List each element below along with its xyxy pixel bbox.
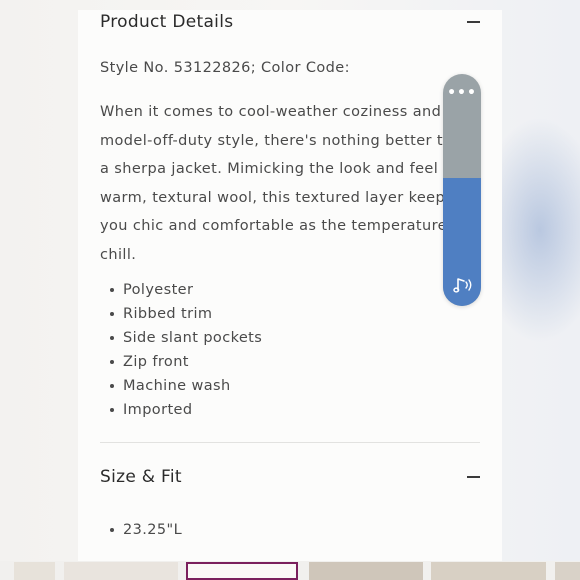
collapse-icon[interactable] xyxy=(467,476,480,478)
feature-text: Ribbed trim xyxy=(123,306,213,322)
bullet-icon xyxy=(110,336,114,340)
feature-text: Polyester xyxy=(123,282,194,298)
description-line: When it comes to cool-weather coziness a… xyxy=(100,104,442,120)
size-fit-title: Size & Fit xyxy=(100,467,182,487)
description-line: warm, textural wool, this textured layer… xyxy=(100,189,446,206)
bullet-icon xyxy=(110,360,114,364)
size-text: 23.25"L xyxy=(123,522,183,538)
collapse-icon[interactable] xyxy=(467,21,480,23)
feature-text: Zip front xyxy=(123,354,189,370)
list-item: Imported xyxy=(100,398,262,422)
product-description: When it comes to cool-weather coziness a… xyxy=(100,98,495,269)
feature-list: Polyester Ribbed trim Side slant pockets… xyxy=(100,278,262,422)
thumbnail-selected[interactable] xyxy=(186,562,298,580)
style-number: Style No. 53122826; Color Code: xyxy=(100,60,350,76)
thumbnail[interactable] xyxy=(14,562,55,580)
more-options-icon[interactable]: ••• xyxy=(443,85,481,101)
list-item: 23.25"L xyxy=(100,522,182,538)
description-line: model-off-duty style, there's nothing be… xyxy=(100,132,443,149)
audio-icon[interactable] xyxy=(449,272,475,298)
product-details-title: Product Details xyxy=(100,12,234,32)
description-line: chill. xyxy=(100,246,137,263)
thumbnail-strip xyxy=(0,561,580,580)
feature-text: Side slant pockets xyxy=(123,330,263,346)
product-info-panel: Product Details Style No. 53122826; Colo… xyxy=(78,10,502,562)
feature-text: Imported xyxy=(123,402,193,418)
thumbnail[interactable] xyxy=(555,562,580,580)
bullet-icon xyxy=(110,528,114,532)
list-item: Zip front xyxy=(100,350,262,374)
list-item: Side slant pockets xyxy=(100,326,262,350)
description-line: a sherpa jacket. Mimicking the look and … xyxy=(100,161,439,177)
bullet-icon xyxy=(110,384,114,388)
bullet-icon xyxy=(110,408,114,412)
bullet-icon xyxy=(110,288,114,292)
bullet-icon xyxy=(110,312,114,316)
list-item: Ribbed trim xyxy=(100,302,262,326)
description-line: you chic and comfortable as the temperat… xyxy=(100,218,447,234)
section-divider xyxy=(100,442,480,443)
feature-text: Machine wash xyxy=(123,378,231,394)
accessibility-widget[interactable]: ••• xyxy=(443,74,481,306)
list-item: Machine wash xyxy=(100,374,262,398)
size-fit-header[interactable]: Size & Fit xyxy=(100,462,480,492)
thumbnail[interactable] xyxy=(431,562,546,580)
list-item: Polyester xyxy=(100,278,262,302)
thumbnail[interactable] xyxy=(309,562,423,580)
product-details-header[interactable]: Product Details xyxy=(100,10,480,37)
thumbnail[interactable] xyxy=(64,562,178,580)
